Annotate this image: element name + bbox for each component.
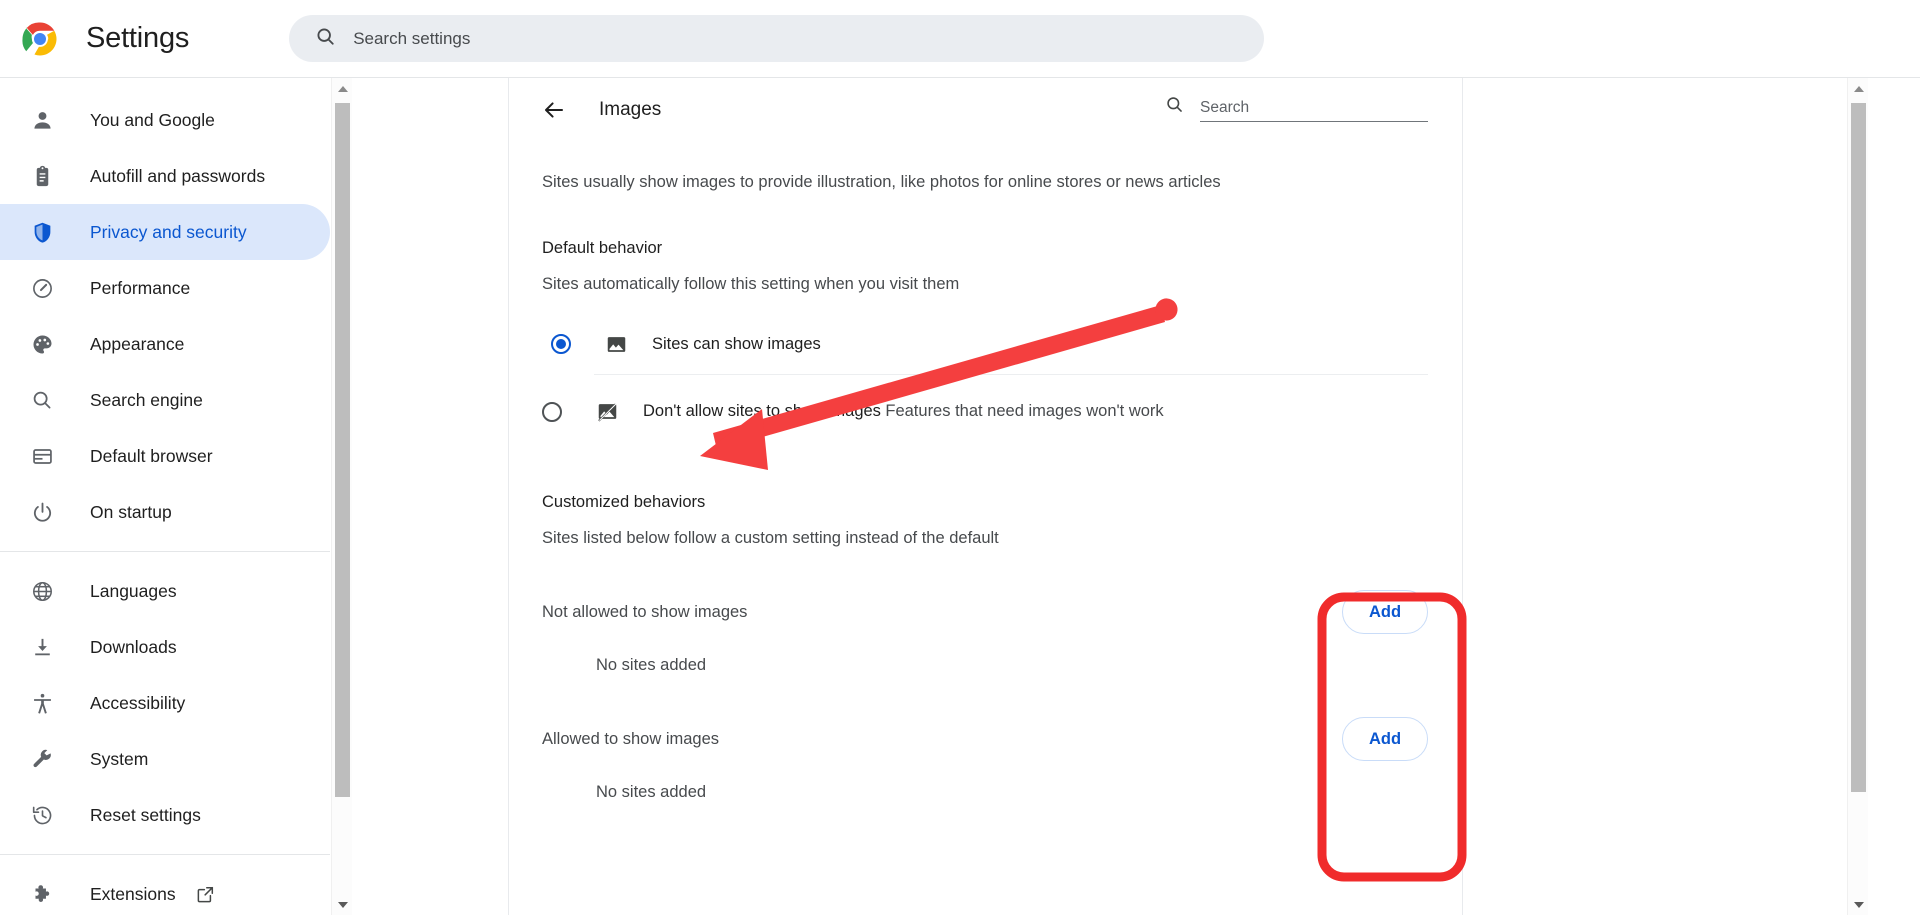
add-allowed-button[interactable]: Add xyxy=(1342,717,1428,762)
radio-button-unselected[interactable] xyxy=(542,401,562,422)
sidebar-item-autofill-and-passwords[interactable]: Autofill and passwords xyxy=(0,148,330,204)
radio-option-label: Don't allow sites to show images xyxy=(643,402,881,421)
sidebar-item-appearance[interactable]: Appearance xyxy=(0,316,330,372)
sidebar-divider xyxy=(0,551,330,552)
sidebar-item-label: Autofill and passwords xyxy=(90,165,266,186)
radio-option-texts: Sites can show images xyxy=(652,333,821,355)
sidebar-item-you-and-google[interactable]: You and Google xyxy=(0,92,330,148)
not-allowed-list-header: Not allowed to show images Add xyxy=(542,590,1428,635)
globe-icon xyxy=(30,579,54,603)
sidebar-item-label: Privacy and security xyxy=(90,221,247,242)
sidebar-item-reset-settings[interactable]: Reset settings xyxy=(0,787,330,843)
intro-description: Sites usually show images to provide ill… xyxy=(542,173,1221,191)
shield-icon xyxy=(30,220,54,244)
speedometer-icon xyxy=(30,276,54,300)
sidebar-item-label: Search engine xyxy=(90,389,203,410)
default-behavior-subtitle: Sites automatically follow this setting … xyxy=(542,275,960,294)
image-icon xyxy=(605,333,627,355)
radio-button-selected[interactable] xyxy=(551,334,571,355)
content-scrollbar-thumb[interactable] xyxy=(1851,103,1866,792)
sidebar-item-label: Appearance xyxy=(90,333,185,354)
sidebar-item-label: Performance xyxy=(90,277,191,298)
body-region: You and Google Autofill and passwords Pr… xyxy=(0,78,1920,915)
sidebar-item-label: Extensions xyxy=(90,883,176,904)
card-body: Sites usually show images to provide ill… xyxy=(509,171,1462,802)
add-not-allowed-button[interactable]: Add xyxy=(1342,590,1428,635)
sidebar-item-label: On startup xyxy=(90,501,172,522)
chrome-logo-icon xyxy=(22,21,58,57)
search-settings-input[interactable]: Search settings xyxy=(289,15,1265,62)
person-icon xyxy=(30,108,54,132)
content-area: Images Search Sites usually show images … xyxy=(352,78,1868,915)
allowed-list-header: Allowed to show images Add xyxy=(542,717,1428,762)
sidebar-item-label: Accessibility xyxy=(90,692,186,713)
triangle-down-icon[interactable] xyxy=(332,894,353,915)
triangle-up-icon[interactable] xyxy=(1848,78,1868,99)
image-blocked-icon xyxy=(596,401,618,423)
history-restore-icon xyxy=(30,803,54,827)
arrow-left-icon[interactable] xyxy=(537,93,571,127)
sidebar-item-privacy-and-security[interactable]: Privacy and security xyxy=(0,204,330,260)
triangle-down-icon[interactable] xyxy=(1848,894,1868,915)
sidebar-item-label: Languages xyxy=(90,580,177,601)
content-scrollbar[interactable] xyxy=(1847,78,1868,915)
open-in-new-icon xyxy=(196,885,215,904)
radio-option-texts: Don't allow sites to show images Feature… xyxy=(643,400,1164,422)
sidebar-scrollbar-thumb[interactable] xyxy=(335,103,350,797)
subpage-title: Images xyxy=(599,99,662,120)
search-icon xyxy=(30,388,54,412)
card-search-box[interactable]: Search xyxy=(1165,95,1428,125)
sidebar-item-languages[interactable]: Languages xyxy=(0,563,330,619)
download-icon xyxy=(30,635,54,659)
not-allowed-empty-text: No sites added xyxy=(596,656,707,675)
palette-icon xyxy=(30,332,54,356)
search-icon xyxy=(1165,95,1184,119)
customized-behaviors-title: Customized behaviors xyxy=(542,493,706,512)
sidebar-scrollbar[interactable] xyxy=(331,78,352,915)
triangle-up-icon[interactable] xyxy=(332,78,353,99)
sidebar-item-label: Downloads xyxy=(90,636,177,657)
search-settings-placeholder: Search settings xyxy=(353,28,471,48)
sidebar-item-label: System xyxy=(90,748,149,769)
clipboard-icon xyxy=(30,164,54,188)
card-header: Images Search xyxy=(509,78,1462,142)
puzzle-piece-icon xyxy=(30,882,54,906)
sidebar-item-default-browser[interactable]: Default browser xyxy=(0,428,330,484)
sidebar-item-label: Default browser xyxy=(90,445,213,466)
sidebar-item-label: You and Google xyxy=(90,109,215,130)
default-behavior-title: Default behavior xyxy=(542,239,663,258)
not-allowed-list-label: Not allowed to show images xyxy=(542,602,748,621)
default-behavior-radio-group: Sites can show images Don't allow sites … xyxy=(542,314,1428,448)
customized-behaviors-subtitle: Sites listed below follow a custom setti… xyxy=(542,529,999,548)
sidebar-item-label: Reset settings xyxy=(90,804,201,825)
allowed-list-label: Allowed to show images xyxy=(542,729,720,748)
sidebar-item-downloads[interactable]: Downloads xyxy=(0,619,330,675)
radio-option-dont-allow-sites-to-show-images[interactable]: Don't allow sites to show images Feature… xyxy=(542,374,1428,448)
radio-option-sites-can-show-images[interactable]: Sites can show images xyxy=(542,314,1428,374)
page-title: Settings xyxy=(86,22,190,54)
settings-sidebar: You and Google Autofill and passwords Pr… xyxy=(0,78,330,915)
sidebar-item-extensions[interactable]: Extensions xyxy=(0,866,330,915)
allowed-empty-text: No sites added xyxy=(596,783,707,802)
sidebar-item-accessibility[interactable]: Accessibility xyxy=(0,675,330,731)
sidebar-item-search-engine[interactable]: Search engine xyxy=(0,372,330,428)
sidebar-item-on-startup[interactable]: On startup xyxy=(0,484,330,540)
radio-option-label: Sites can show images xyxy=(652,334,821,353)
sidebar-divider xyxy=(0,854,330,855)
radio-option-sublabel: Features that need images won't work xyxy=(885,402,1164,421)
sidebar-item-system[interactable]: System xyxy=(0,731,330,787)
search-icon xyxy=(315,26,336,52)
settings-card: Images Search Sites usually show images … xyxy=(508,78,1463,915)
card-search-input[interactable]: Search xyxy=(1200,99,1428,122)
browser-window-icon xyxy=(30,444,54,468)
sidebar-item-performance[interactable]: Performance xyxy=(0,260,330,316)
top-bar: Settings Search settings xyxy=(0,0,1920,78)
wrench-icon xyxy=(30,747,54,771)
power-icon xyxy=(30,500,54,524)
accessibility-icon xyxy=(30,691,54,715)
